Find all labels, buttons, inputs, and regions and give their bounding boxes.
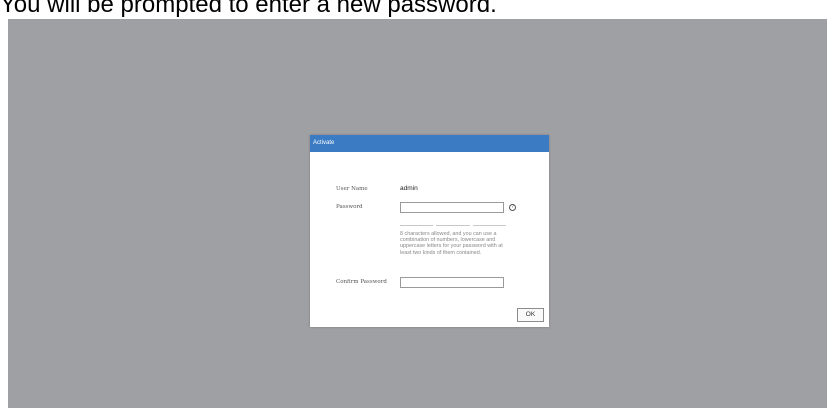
activate-dialog: Activate User Name admin Password ? 8 ch… [310, 135, 549, 327]
password-input[interactable] [400, 202, 504, 213]
user-name-label: User Name [336, 186, 368, 192]
password-strength-bar [400, 225, 506, 227]
user-name-value: admin [400, 185, 418, 192]
password-label: Password [336, 204, 363, 210]
strength-segment [472, 225, 506, 226]
password-hint: 8 characters allowed, and you can use a … [400, 231, 503, 256]
ok-button[interactable]: OK [517, 308, 544, 322]
backdrop: Activate User Name admin Password ? 8 ch… [8, 19, 827, 408]
strength-segment [436, 225, 470, 226]
dialog-title: Activate [310, 135, 549, 152]
question-circle-icon[interactable]: ? [509, 204, 516, 211]
confirm-password-input[interactable] [400, 277, 504, 288]
strength-segment [400, 225, 434, 226]
confirm-password-label: Confirm Password [336, 279, 387, 285]
instruction-caption: You will be prompted to enter a new pass… [0, 0, 497, 18]
